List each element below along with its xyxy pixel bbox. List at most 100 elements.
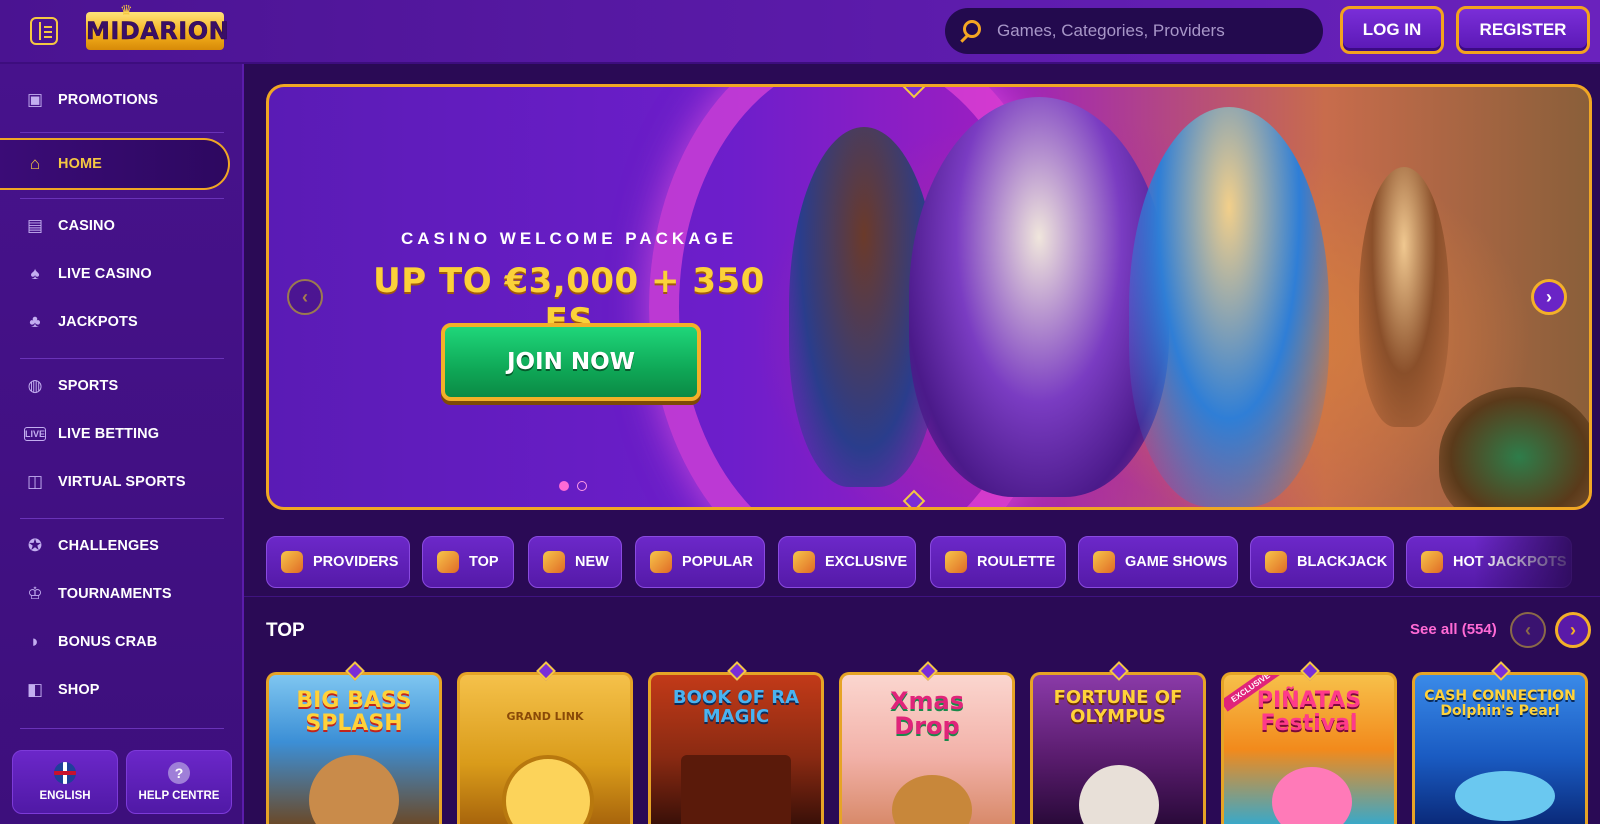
cards-icon [1265, 551, 1287, 573]
game-art-zeus [1079, 765, 1159, 824]
games-prev-arrow-icon[interactable]: ‹ [1510, 612, 1546, 648]
shopping-bag-icon: ◧ [26, 680, 44, 699]
game-title: CASH CONNECTION Dolphin's Pearl [1424, 688, 1576, 719]
category-label: GAME SHOWS [1125, 554, 1228, 570]
live-badge-icon: LIVE [24, 427, 46, 441]
gift-icon: ▣ [26, 90, 44, 109]
playing-card-icon: ♠ [30, 264, 40, 283]
category-label: TOP [469, 554, 499, 570]
sidebar-item-bonus-crab[interactable]: ◗ BONUS CRAB [0, 622, 244, 662]
hero-subtitle: CASINO WELCOME PACKAGE [400, 229, 738, 248]
game-art-bear [892, 775, 972, 824]
section-title-top: TOP [266, 620, 305, 641]
sidebar-item-label: LIVE BETTING [58, 426, 160, 442]
game-art-temple [681, 755, 791, 824]
sidebar-item-label: JACKPOTS [58, 314, 138, 330]
game-art-pinata-pig [1272, 767, 1352, 824]
game-title: GRAND LINK [506, 710, 584, 723]
game-art-fisherman [309, 755, 399, 824]
game-tile[interactable]: GRAND LINK [457, 672, 633, 824]
hero-background-guest [1359, 167, 1449, 427]
game-title: Xmas Drop [890, 687, 964, 741]
help-centre-button[interactable]: ? HELP CENTRE [126, 750, 232, 814]
sidebar-item-label: VIRTUAL SPORTS [58, 474, 186, 490]
trophy-icon: ♔ [27, 584, 43, 603]
sidebar-item-tournaments[interactable]: ♔ TOURNAMENTS [0, 574, 244, 614]
sidebar-item-label: BONUS CRAB [58, 634, 158, 650]
sidebar-item-promotions[interactable]: ▣ PROMOTIONS [0, 80, 244, 120]
register-button[interactable]: REGISTER [1456, 6, 1590, 54]
game-title: BOOK OF RA MAGIC [672, 687, 800, 727]
sidebar-item-label: HOME [58, 156, 102, 172]
hero-roulette-table [1439, 387, 1589, 507]
category-exclusive[interactable]: EXCLUSIVE [778, 536, 916, 588]
sidebar-item-shop[interactable]: ◧ SHOP [0, 670, 244, 710]
hero-banner[interactable]: CASINO WELCOME PACKAGE UP TO €3,000 + 35… [266, 84, 1592, 510]
sidebar-item-label: PROMOTIONS [58, 92, 159, 108]
sidebar-item-challenges[interactable]: ✪ CHALLENGES [0, 526, 244, 566]
hero-next-arrow-icon[interactable]: › [1531, 279, 1567, 315]
search-bar[interactable] [945, 8, 1323, 54]
game-tile[interactable]: CASH CONNECTION Dolphin's Pearl [1412, 672, 1588, 824]
category-providers[interactable]: PROVIDERS [266, 536, 410, 588]
category-new[interactable]: NEW [528, 536, 622, 588]
sidebar-item-sports[interactable]: ◍ SPORTS [0, 366, 244, 406]
games-next-arrow-icon[interactable]: › [1555, 612, 1591, 648]
bell-icon [543, 551, 565, 573]
roulette-icon [945, 551, 967, 573]
sidebar-toggle-icon[interactable] [30, 17, 58, 45]
divider [20, 358, 224, 359]
category-top[interactable]: TOP [422, 536, 514, 588]
category-pills: PROVIDERS TOP NEW POPULAR EXCLUSIVE ROUL… [266, 536, 1600, 588]
category-label: POPULAR [682, 554, 753, 570]
sidebar-item-label: SPORTS [58, 378, 119, 394]
gift-box-icon [437, 551, 459, 573]
sidebar-item-casino[interactable]: ▤ CASINO [0, 206, 244, 246]
sidebar-item-home[interactable]: ⌂ HOME [0, 138, 230, 190]
category-popular[interactable]: POPULAR [635, 536, 765, 588]
game-tile[interactable]: EXCLUSIVE PIÑATAS Festival [1221, 672, 1397, 824]
sidebar-item-label: TOURNAMENTS [58, 586, 172, 602]
sidebar-item-virtual-sports[interactable]: ◫ VIRTUAL SPORTS [0, 462, 244, 502]
game-art-dolphin [1455, 771, 1555, 821]
game-tile[interactable]: BIG BASS SPLASH [266, 672, 442, 824]
category-roulette[interactable]: ROULETTE [930, 536, 1066, 588]
join-now-button[interactable]: JOIN NOW [441, 323, 701, 401]
medal-icon: ✪ [27, 536, 43, 555]
language-label: ENGLISH [39, 790, 91, 802]
carousel-dot-active[interactable] [559, 481, 569, 491]
help-icon: ? [168, 762, 190, 784]
sidebar-item-live-betting[interactable]: LIVE LIVE BETTING [0, 414, 244, 454]
gamepad-icon: ◫ [26, 472, 44, 491]
star-icon [650, 551, 672, 573]
see-all-link[interactable]: See all (554) [1410, 621, 1497, 638]
category-label: EXCLUSIVE [825, 554, 908, 570]
ball-icon: ◍ [27, 376, 43, 395]
category-game-shows[interactable]: GAME SHOWS [1078, 536, 1238, 588]
pills-fade-overlay [1474, 530, 1600, 592]
hero-prev-arrow-icon[interactable]: ‹ [287, 279, 323, 315]
login-button[interactable]: LOG IN [1340, 6, 1444, 54]
game-tile[interactable]: FORTUNE OF OLYMPUS [1030, 672, 1206, 824]
site-logo[interactable]: MIDARION [86, 12, 229, 50]
game-title: FORTUNE OF OLYMPUS [1053, 687, 1183, 727]
search-icon [963, 20, 981, 38]
divider [20, 518, 224, 519]
category-label: BLACKJACK [1297, 554, 1388, 570]
divider [244, 596, 1600, 597]
slot-machine-icon: ▤ [26, 216, 44, 235]
game-tile[interactable]: Xmas Drop [839, 672, 1015, 824]
category-label: PROVIDERS [313, 554, 399, 570]
sidebar-item-live-casino[interactable]: ♠ LIVE CASINO [0, 254, 244, 294]
category-label: ROULETTE [977, 554, 1056, 570]
carousel-dot[interactable] [577, 481, 587, 491]
language-button[interactable]: ENGLISH [12, 750, 118, 814]
game-tile[interactable]: BOOK OF RA MAGIC [648, 672, 824, 824]
clover-icon: ♣ [29, 312, 41, 331]
crown-icon: ♛ [120, 2, 133, 18]
divider [20, 728, 224, 729]
sidebar-item-jackpots[interactable]: ♣ JACKPOTS [0, 302, 244, 342]
home-icon: ⌂ [29, 154, 41, 173]
category-blackjack[interactable]: BLACKJACK [1250, 536, 1394, 588]
search-input[interactable] [997, 8, 1307, 54]
